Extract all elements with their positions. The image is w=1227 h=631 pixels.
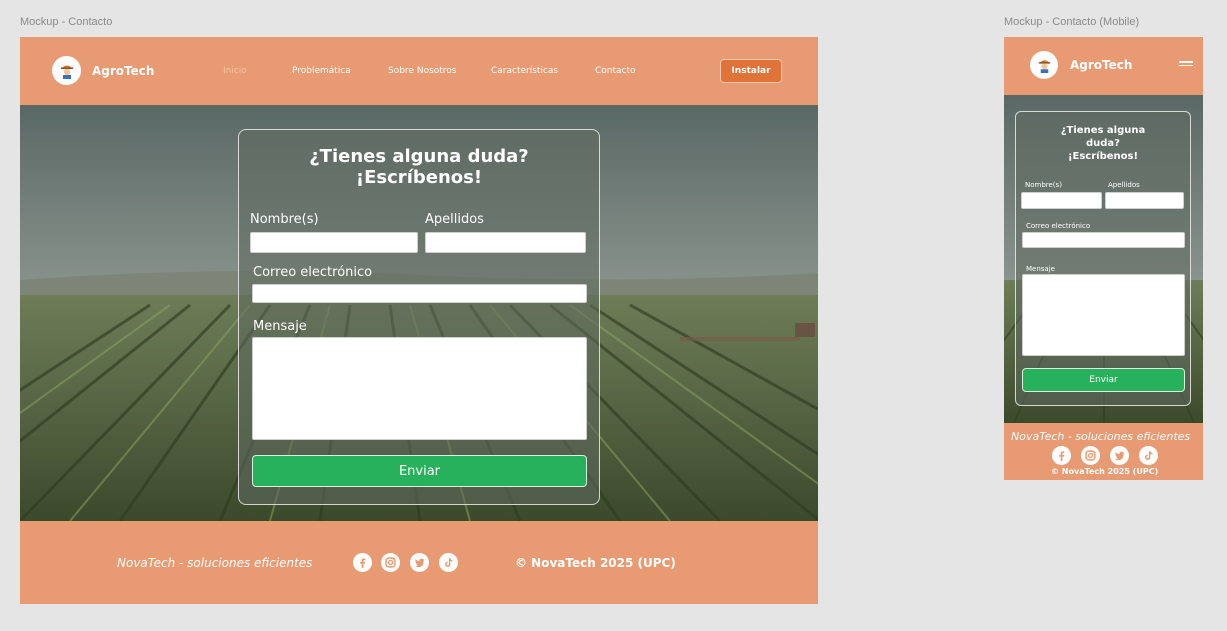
email-field[interactable] [252, 284, 587, 303]
footer-tagline: NovaTech - soluciones eficientes [117, 556, 313, 570]
desktop-mockup: AgroTech Inicio Problemática Sobre Nosot… [20, 37, 818, 604]
nav-link-problematica[interactable]: Problemática [292, 66, 351, 76]
mobile-first-name-field[interactable] [1021, 192, 1102, 209]
mobile-form-title-line-2: duda? [1086, 138, 1120, 149]
contact-form-card: ¿Tienes alguna duda? ¡Escríbenos! Nombre… [238, 129, 600, 505]
top-navbar: AgroTech Inicio Problemática Sobre Nosot… [20, 37, 818, 105]
first-name-field[interactable] [250, 232, 418, 253]
mobile-logo-icon[interactable] [1030, 51, 1058, 79]
form-title: ¿Tienes alguna duda? ¡Escríbenos! [239, 146, 599, 188]
nav-link-sobre-nosotros[interactable]: Sobre Nosotros [388, 66, 457, 76]
mobile-tiktok-icon[interactable] [1139, 446, 1158, 465]
nav-link-caracteristicas[interactable]: Características [491, 66, 558, 76]
mobile-message-label: Mensaje [1026, 265, 1055, 273]
nav-link-inicio[interactable]: Inicio [223, 66, 247, 76]
mobile-last-name-field[interactable] [1105, 192, 1184, 209]
footer: NovaTech - soluciones eficientes © NovaT… [20, 521, 818, 604]
last-name-label: Apellidos [425, 212, 484, 227]
last-name-field[interactable] [425, 232, 586, 253]
mobile-form-title-line-1: ¿Tienes alguna [1060, 125, 1146, 136]
form-title-line-2: ¡Escríbenos! [355, 167, 483, 188]
mobile-form-title-line-3: ¡Escríbenos! [1067, 151, 1139, 162]
brand-name[interactable]: AgroTech [92, 64, 154, 78]
facebook-icon[interactable] [353, 553, 372, 572]
message-textarea[interactable] [252, 337, 587, 440]
mobile-frame-label: Mockup - Contacto (Mobile) [1004, 16, 1140, 28]
instagram-icon[interactable] [381, 553, 400, 572]
mobile-footer-copyright: © NovaTech 2025 (UPC) [1051, 467, 1159, 476]
mobile-contact-form-card: ¿Tienes alguna duda? ¡Escríbenos! Nombre… [1015, 111, 1191, 406]
install-button[interactable]: Instalar [720, 59, 782, 83]
logo-icon[interactable] [52, 56, 81, 85]
mobile-email-label: Correo electrónico [1026, 222, 1091, 230]
hamburger-menu-icon[interactable] [1179, 61, 1193, 69]
mobile-email-field[interactable] [1022, 232, 1185, 248]
twitter-icon[interactable] [410, 553, 429, 572]
send-button[interactable]: Enviar [252, 455, 587, 487]
desktop-frame-label: Mockup - Contacto [20, 16, 113, 28]
mobile-first-name-label: Nombre(s) [1025, 181, 1062, 189]
tiktok-icon[interactable] [439, 553, 458, 572]
mobile-send-button[interactable]: Enviar [1022, 368, 1185, 392]
nav-link-contacto[interactable]: Contacto [595, 66, 636, 76]
mobile-footer: NovaTech - soluciones eficientes © NovaT… [1004, 423, 1203, 480]
form-title-line-1: ¿Tienes alguna duda? [309, 146, 529, 167]
mobile-twitter-icon[interactable] [1110, 446, 1129, 465]
mobile-instagram-icon[interactable] [1081, 446, 1100, 465]
first-name-label: Nombre(s) [250, 212, 319, 227]
mobile-facebook-icon[interactable] [1052, 446, 1071, 465]
mobile-mockup: AgroTech ¿Tienes alguna duda? ¡Escríbeno… [1004, 37, 1203, 480]
mobile-last-name-label: Apellidos [1108, 181, 1140, 189]
mobile-footer-tagline: NovaTech - soluciones eficientes [1011, 430, 1191, 443]
mobile-brand-name[interactable]: AgroTech [1070, 58, 1132, 72]
email-label: Correo electrónico [253, 265, 373, 280]
mobile-top-navbar: AgroTech [1004, 37, 1203, 95]
footer-copyright: © NovaTech 2025 (UPC) [515, 556, 676, 570]
message-label: Mensaje [253, 319, 307, 334]
mobile-message-textarea[interactable] [1022, 274, 1185, 356]
mobile-form-title: ¿Tienes alguna duda? ¡Escríbenos! [1016, 124, 1190, 163]
